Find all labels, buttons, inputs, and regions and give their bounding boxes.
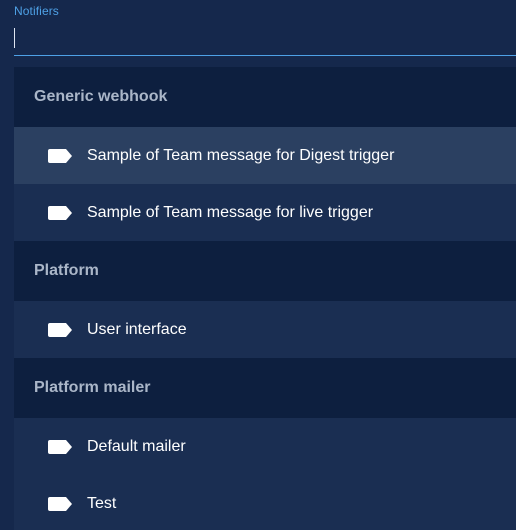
notifiers-field-label: Notifiers bbox=[14, 4, 59, 18]
option-label: Test bbox=[87, 494, 117, 512]
option-default-mailer[interactable]: Default mailer bbox=[14, 418, 516, 475]
option-label: User interface bbox=[87, 320, 187, 338]
notifiers-options-listbox: Generic webhook Sample of Team message f… bbox=[14, 67, 516, 530]
tag-icon bbox=[48, 205, 72, 220]
tag-icon bbox=[48, 496, 72, 511]
tag-icon bbox=[48, 439, 72, 454]
notifiers-input[interactable] bbox=[14, 24, 516, 56]
option-user-interface[interactable]: User interface bbox=[14, 301, 516, 358]
group-header-platform-mailer: Platform mailer bbox=[14, 358, 516, 418]
notifiers-autocomplete: Notifiers Generic webhook Sample of Team… bbox=[0, 0, 516, 530]
text-caret bbox=[14, 28, 15, 48]
option-label: Default mailer bbox=[87, 437, 186, 455]
tag-icon bbox=[48, 148, 72, 163]
option-live-trigger-sample[interactable]: Sample of Team message for live trigger bbox=[14, 184, 516, 241]
option-label: Sample of Team message for live trigger bbox=[87, 203, 374, 221]
group-header-generic-webhook: Generic webhook bbox=[14, 67, 516, 127]
group-header-platform: Platform bbox=[14, 241, 516, 301]
tag-icon bbox=[48, 322, 72, 337]
option-digest-trigger-sample[interactable]: Sample of Team message for Digest trigge… bbox=[14, 127, 516, 184]
option-label: Sample of Team message for Digest trigge… bbox=[87, 146, 395, 164]
option-test[interactable]: Test bbox=[14, 475, 516, 530]
